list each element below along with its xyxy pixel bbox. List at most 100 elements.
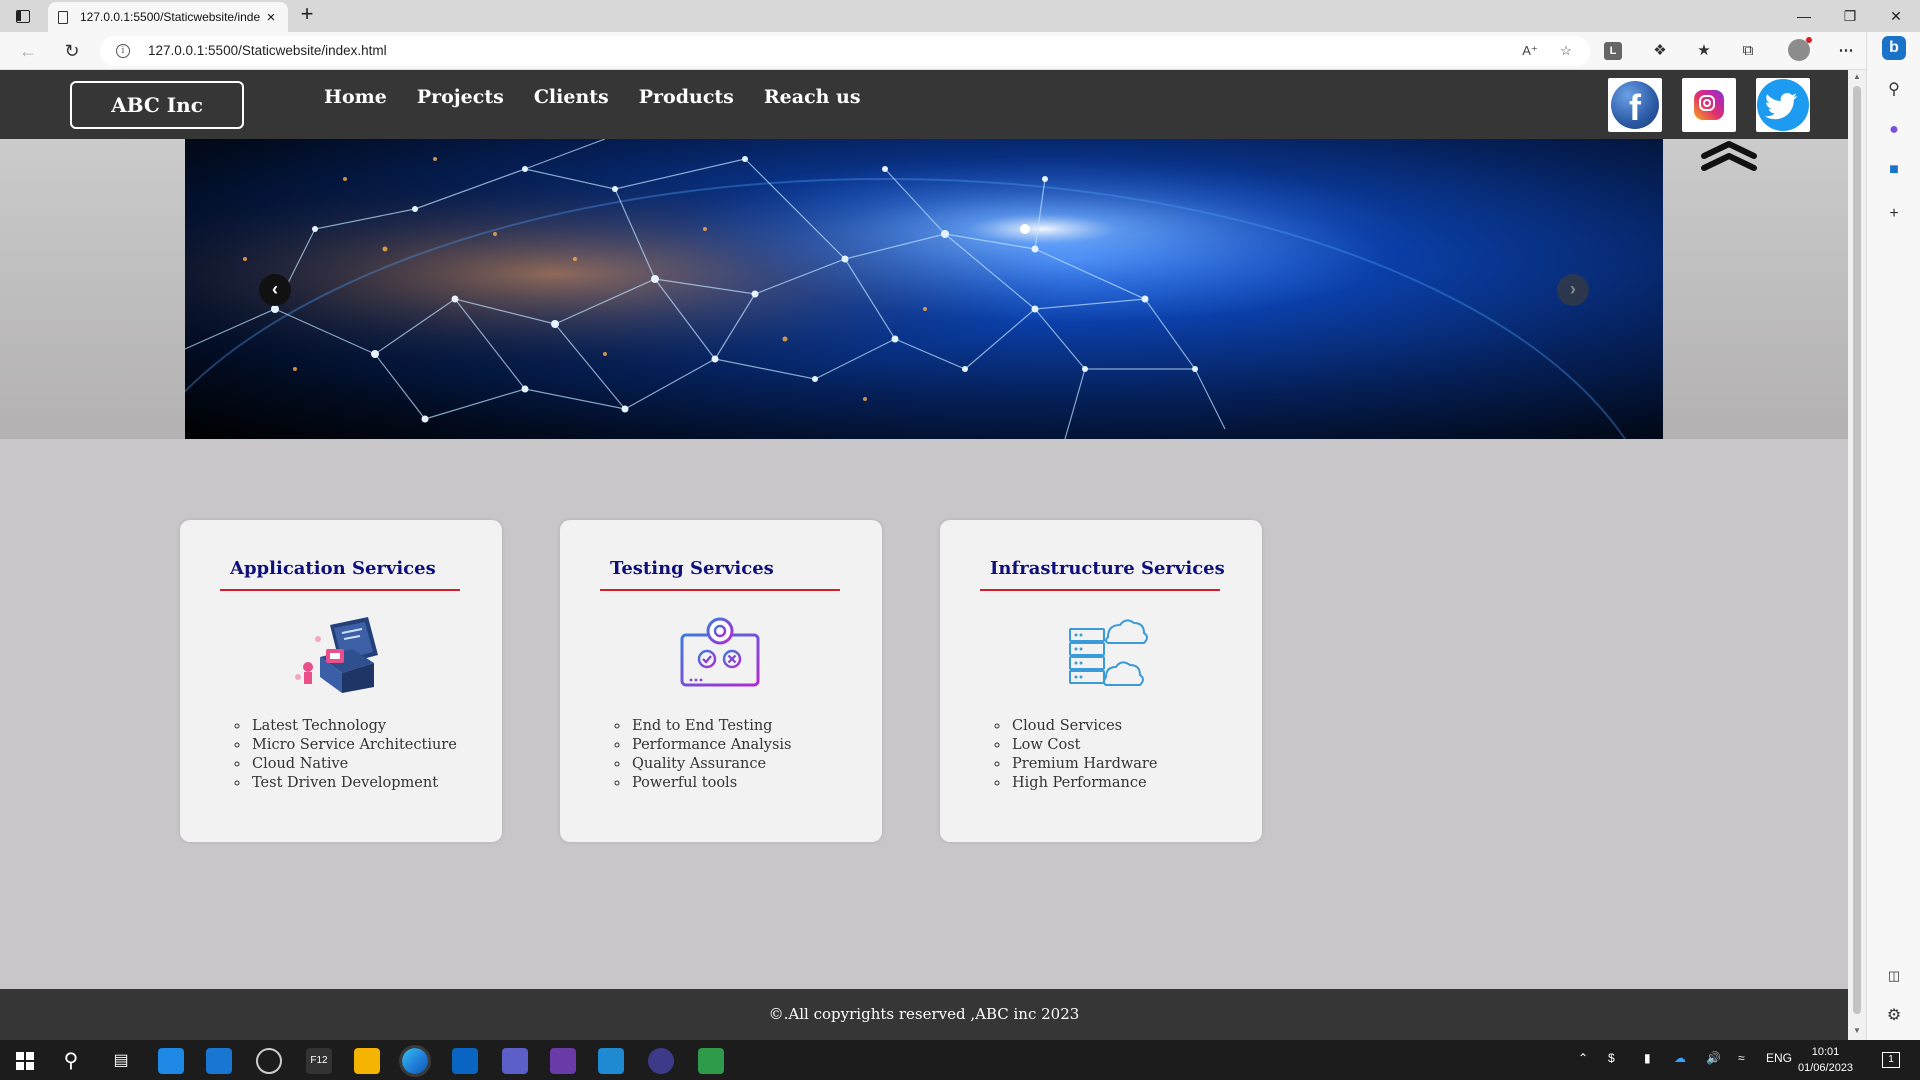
list-item: Premium Hardware <box>1010 755 1157 774</box>
title-underline <box>600 589 840 591</box>
extension-l-icon[interactable]: L <box>1604 42 1622 60</box>
clock-time: 10:01 <box>1811 1046 1840 1058</box>
list-item: Powerful tools <box>630 774 792 793</box>
visual-studio-icon[interactable] <box>550 1048 576 1074</box>
instagram-icon[interactable] <box>1682 78 1736 132</box>
testing-services-illustration <box>680 617 760 687</box>
app-cube-icon[interactable] <box>256 1048 282 1074</box>
shopping-icon[interactable]: ● <box>1882 118 1906 142</box>
search-icon[interactable]: ⚲ <box>58 1048 84 1074</box>
back-button[interactable]: ← <box>16 40 40 62</box>
card-title: Infrastructure Services <box>990 558 1225 579</box>
restore-button[interactable]: ❐ <box>1830 4 1870 28</box>
twitter-icon[interactable] <box>1756 78 1810 132</box>
language-indicator[interactable]: ENG <box>1766 1051 1792 1065</box>
scroll-down-arrow-icon[interactable]: ▼ <box>1852 1026 1862 1036</box>
search-icon[interactable]: ⚲ <box>1882 78 1906 102</box>
page-icon <box>58 10 68 24</box>
infrastructure-services-illustration <box>1069 619 1148 686</box>
application-services-card: Application Services Latest Technology M… <box>180 520 502 842</box>
outlook-icon[interactable]: ■ <box>1882 158 1906 182</box>
title-underline <box>980 589 1220 591</box>
collections-icon[interactable]: ⧉ <box>1736 40 1760 62</box>
site-logo[interactable]: ABC Inc <box>70 81 244 129</box>
list-item: Micro Service Architectiure <box>250 736 457 755</box>
browser-titlebar: 127.0.0.1:5500/Staticwebsite/inde × + — … <box>0 0 1920 32</box>
nav-projects[interactable]: Projects <box>417 86 504 108</box>
nav-home[interactable]: Home <box>324 86 387 108</box>
site-info-icon[interactable]: i <box>116 44 130 58</box>
scrollbar-thumb[interactable] <box>1853 86 1861 1014</box>
clock-date: 01/06/2023 <box>1798 1062 1854 1074</box>
refresh-button[interactable]: ↻ <box>60 40 84 62</box>
url-text[interactable]: 127.0.0.1:5500/Staticwebsite/index.html <box>148 43 387 58</box>
nav-products[interactable]: Products <box>639 86 734 108</box>
carousel-prev-button[interactable]: ‹ <box>259 274 291 306</box>
browser-toolbar: ← ↻ i 127.0.0.1:5500/Staticwebsite/index… <box>0 32 1920 70</box>
eclipse-icon[interactable] <box>648 1048 674 1074</box>
facebook-icon[interactable]: f <box>1608 78 1662 132</box>
nav-clients[interactable]: Clients <box>534 86 609 108</box>
list-item: Cloud Services <box>1010 717 1157 736</box>
page-viewport: ABC Inc Home Projects Clients Products R… <box>0 70 1848 1040</box>
sidebar-panel-icon[interactable]: ◫ <box>1882 964 1906 988</box>
read-aloud-icon[interactable]: A⁺ <box>1520 42 1540 60</box>
close-tab-icon[interactable]: × <box>264 9 278 26</box>
application-services-illustration <box>295 617 378 693</box>
file-explorer-icon[interactable] <box>354 1048 380 1074</box>
onedrive-icon[interactable]: ☁ <box>1674 1051 1686 1065</box>
extensions-icon[interactable]: ❖ <box>1648 40 1672 62</box>
edge-sidebar: b ⚲ ● ■ + ◫ ⚙ <box>1866 32 1920 1040</box>
testing-services-card: Testing Services End to End Testing Perf… <box>560 520 882 842</box>
main-nav: Home Projects Clients Products Reach us <box>324 86 861 108</box>
page-scrollbar[interactable]: ▲ ▼ <box>1848 70 1866 1040</box>
site-header: ABC Inc Home Projects Clients Products R… <box>0 70 1848 139</box>
list-item: Latest Technology <box>250 717 457 736</box>
network-icon[interactable]: ≈ <box>1738 1051 1745 1065</box>
volume-icon[interactable]: 🔊 <box>1706 1051 1721 1065</box>
nav-reach-us[interactable]: Reach us <box>764 86 861 108</box>
favorites-icon[interactable]: ★ <box>1692 40 1716 62</box>
add-favorite-icon[interactable]: ☆ <box>1556 42 1576 60</box>
card-title: Application Services <box>230 558 436 579</box>
title-underline <box>220 589 460 591</box>
testing-services-list: End to End Testing Performance Analysis … <box>630 717 792 793</box>
hero-carousel: ‹ › <box>185 139 1663 439</box>
clock[interactable]: 10:01 01/06/2023 <box>1798 1044 1853 1076</box>
currency-tray-icon[interactable]: $ <box>1608 1051 1615 1065</box>
site-footer: ©.All copyrights reserved ,ABC inc 2023 <box>0 989 1848 1040</box>
show-hidden-icons-icon[interactable]: ⌃ <box>1578 1051 1588 1065</box>
teams-icon[interactable] <box>502 1048 528 1074</box>
battery-icon[interactable]: ▮ <box>1644 1051 1651 1065</box>
browser-tab[interactable]: 127.0.0.1:5500/Staticwebsite/inde × <box>48 2 288 32</box>
address-bar[interactable]: i 127.0.0.1:5500/Staticwebsite/index.htm… <box>100 36 1590 66</box>
new-tab-button[interactable]: + <box>296 3 318 27</box>
minimize-button[interactable]: — <box>1784 4 1824 28</box>
add-sidebar-app-icon[interactable]: + <box>1882 202 1906 226</box>
f12-devtools-icon[interactable]: F12 <box>306 1048 332 1074</box>
infrastructure-services-card: Infrastructure Services Cloud Services L… <box>940 520 1262 842</box>
application-services-list: Latest Technology Micro Service Architec… <box>250 717 457 793</box>
bing-chat-icon[interactable]: b <box>1882 36 1906 60</box>
list-item: Cloud Native <box>250 755 457 774</box>
settings-gear-icon[interactable]: ⚙ <box>1882 1004 1906 1028</box>
scroll-up-arrow-icon[interactable]: ▲ <box>1852 72 1862 82</box>
more-options-icon[interactable]: ⋯ <box>1834 40 1858 62</box>
mail-icon[interactable] <box>206 1048 232 1074</box>
scroll-to-top-icon[interactable] <box>1700 140 1758 172</box>
infrastructure-services-list: Cloud Services Low Cost Premium Hardware… <box>1010 717 1157 793</box>
carousel-next-button[interactable]: › <box>1557 274 1589 306</box>
network-globe-image <box>185 139 1663 439</box>
edge-browser-icon[interactable] <box>399 1045 431 1077</box>
windows-start-icon[interactable] <box>12 1048 38 1074</box>
outlook-icon[interactable] <box>452 1048 478 1074</box>
vscode-icon[interactable] <box>598 1048 624 1074</box>
tab-actions-menu-icon[interactable] <box>12 6 34 26</box>
close-window-button[interactable]: ✕ <box>1876 4 1916 28</box>
task-view-icon[interactable]: ▤ <box>108 1048 134 1074</box>
media-app-icon[interactable] <box>698 1048 724 1074</box>
profile-avatar-icon[interactable] <box>1788 37 1812 61</box>
tab-title: 127.0.0.1:5500/Staticwebsite/inde <box>80 10 261 24</box>
microsoft-store-icon[interactable] <box>158 1048 184 1074</box>
notification-center-icon[interactable]: 1 <box>1882 1052 1900 1068</box>
